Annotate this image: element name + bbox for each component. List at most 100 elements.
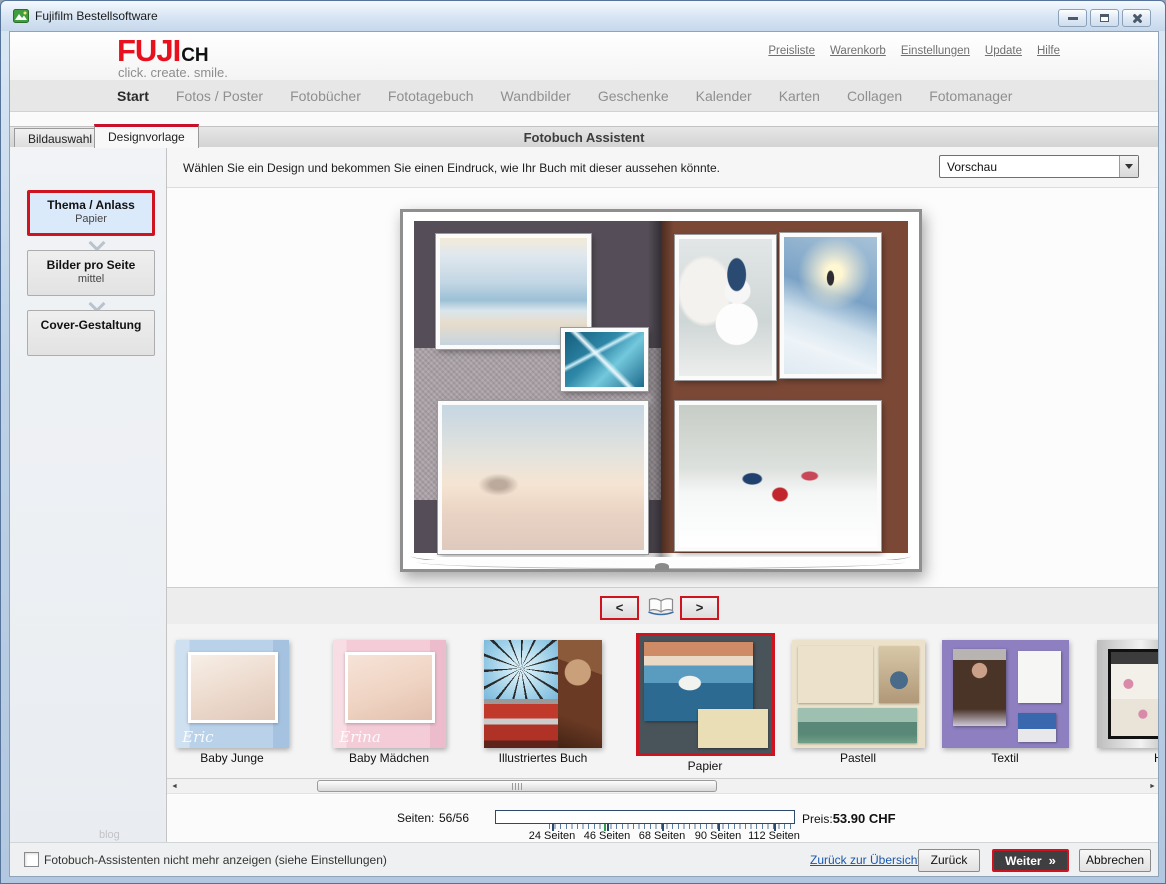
- minimize-button[interactable]: [1058, 9, 1087, 27]
- header-links: Preisliste Warenkorb Einstellungen Updat…: [768, 45, 1060, 57]
- tab-designvorlage[interactable]: Designvorlage: [94, 124, 199, 148]
- text-note: [1018, 651, 1061, 703]
- double-chevron-icon: »: [1049, 853, 1056, 868]
- menu-item-fotobuecher[interactable]: Fotobücher: [290, 88, 361, 104]
- design-label: Textil: [940, 751, 1070, 765]
- link-hilfe[interactable]: Hilfe: [1037, 45, 1060, 57]
- book-photo-snowboarder: [780, 233, 881, 378]
- woman-photo: [558, 640, 602, 748]
- link-preisliste[interactable]: Preisliste: [768, 45, 815, 57]
- checkbox-label: Fotobuch-Assistenten nicht mehr anzeigen…: [44, 853, 387, 867]
- cancel-button[interactable]: Abbrechen: [1079, 849, 1151, 872]
- design-thumb-pastell[interactable]: Pastell: [791, 640, 925, 765]
- step-title: Cover-Gestaltung: [28, 318, 154, 332]
- design-thumb-hochzeit[interactable]: Hoch: [1092, 640, 1159, 765]
- design-thumb-textil[interactable]: Textil: [940, 640, 1070, 765]
- chevron-down-icon: [89, 235, 106, 252]
- book-photo-foggy-landscape: [438, 401, 648, 554]
- main-menu: Start Fotos / Poster Fotobücher Fototage…: [10, 80, 1158, 112]
- view-mode-select[interactable]: Vorschau: [939, 155, 1139, 178]
- back-button[interactable]: Zurück: [918, 849, 980, 872]
- menu-item-karten[interactable]: Karten: [779, 88, 820, 104]
- tick-label-112: 112 Seiten: [742, 830, 806, 842]
- baby-hands-photo: [345, 652, 435, 723]
- page-nav-row: < >: [167, 587, 1159, 624]
- window-title: Fujifilm Bestellsoftware: [35, 9, 158, 23]
- logo-fuji-text: FUJI: [117, 35, 180, 66]
- link-update[interactable]: Update: [985, 45, 1022, 57]
- menu-item-geschenke[interactable]: Geschenke: [598, 88, 669, 104]
- design-thumb-illustriertes-buch[interactable]: Illustriertes Buch: [482, 640, 604, 765]
- design-label: Pastell: [791, 751, 925, 765]
- step-value: mittel: [28, 273, 154, 285]
- assistant-content: Thema / Anlass Papier Bilder pro Seite m…: [10, 147, 1158, 842]
- watermark-text: blog: [99, 829, 120, 841]
- design-preview-hochzeit: [1097, 640, 1159, 748]
- design-label: Papier: [635, 759, 775, 773]
- app-icon: [13, 8, 29, 24]
- chevron-down-icon: [1119, 156, 1138, 177]
- menu-item-wandbilder[interactable]: Wandbilder: [501, 88, 571, 104]
- tab-bar: Fotobuch Assistent Bildauswahl Designvor…: [10, 126, 1158, 148]
- design-preview-illustriertes-buch: [484, 640, 602, 748]
- carousel-scrollbar[interactable]: ◄ ►: [167, 778, 1159, 794]
- london-bus-photo: [484, 699, 558, 748]
- design-preview-baby-maedchen: Erina: [333, 640, 446, 748]
- design-thumb-baby-junge[interactable]: Eric Baby Junge: [172, 640, 292, 765]
- design-label: Baby Junge: [172, 751, 292, 765]
- book-spine: [648, 221, 674, 557]
- design-thumb-baby-maedchen[interactable]: Erina Baby Mädchen: [329, 640, 449, 765]
- fuji-logo: FUJI CH: [117, 35, 209, 66]
- logo-ch-text: CH: [181, 46, 208, 65]
- ferris-wheel-photo: [484, 640, 558, 699]
- restore-icon: [1100, 14, 1109, 22]
- link-warenkorb[interactable]: Warenkorb: [830, 45, 886, 57]
- scroll-left-button[interactable]: ◄: [167, 780, 182, 793]
- menu-item-fotos-poster[interactable]: Fotos / Poster: [176, 88, 263, 104]
- prev-page-button[interactable]: <: [600, 596, 639, 620]
- rocks-photo: [879, 646, 919, 702]
- menu-item-start[interactable]: Start: [117, 88, 149, 104]
- scrollbar-thumb[interactable]: [317, 780, 717, 792]
- scroll-right-button[interactable]: ►: [1145, 780, 1159, 793]
- design-preview-papier: [636, 633, 775, 756]
- back-to-overview-link[interactable]: Zurück zur Übersicht: [810, 853, 921, 867]
- app-window: Fujifilm Bestellsoftware FUJI CH click. …: [0, 0, 1166, 884]
- pages-slider-track[interactable]: [495, 810, 795, 824]
- sidebar-step-bilder-pro-seite[interactable]: Bilder pro Seite mittel: [27, 250, 155, 296]
- book-page-right: [661, 221, 908, 557]
- link-einstellungen[interactable]: Einstellungen: [901, 45, 970, 57]
- next-button[interactable]: Weiter »: [992, 849, 1069, 872]
- design-preview-baby-junge: Eric: [176, 640, 289, 748]
- design-label: Baby Mädchen: [329, 751, 449, 765]
- pages-price-row: Seiten: 56/56 24 Seiten 46 Seiten 68 Sei…: [167, 795, 1159, 842]
- menu-item-kalender[interactable]: Kalender: [696, 88, 752, 104]
- instruction-bar: Wählen Sie ein Design und bekommen Sie e…: [167, 147, 1159, 188]
- design-thumb-papier[interactable]: Papier: [635, 633, 775, 773]
- menu-item-fototagebuch[interactable]: Fototagebuch: [388, 88, 474, 104]
- tick-label-68: 68 Seiten: [630, 830, 694, 842]
- next-button-label: Weiter: [1005, 854, 1041, 868]
- book-photo-horse-snowman: [675, 235, 776, 380]
- instruction-text: Wählen Sie ein Design und bekommen Sie e…: [183, 161, 720, 175]
- sidebar-step-cover-gestaltung[interactable]: Cover-Gestaltung: [27, 310, 155, 356]
- design-label: Illustriertes Buch: [482, 751, 604, 765]
- design-label: Hoch: [1092, 751, 1159, 765]
- baby-photo: [188, 652, 278, 723]
- sidebar-step-thema-anlass[interactable]: Thema / Anlass Papier: [27, 190, 155, 236]
- step-title: Bilder pro Seite: [28, 258, 154, 272]
- title-bar: Fujifilm Bestellsoftware: [1, 1, 1165, 31]
- paper-note: [698, 709, 767, 749]
- restore-button[interactable]: [1090, 9, 1119, 27]
- design-preview-pastell: [792, 640, 925, 748]
- open-book-icon: [647, 597, 675, 617]
- next-page-button[interactable]: >: [680, 596, 719, 620]
- menu-item-fotomanager[interactable]: Fotomanager: [929, 88, 1012, 104]
- tab-bildauswahl[interactable]: Bildauswahl: [14, 128, 106, 148]
- dont-show-again-checkbox[interactable]: [24, 852, 39, 867]
- close-button[interactable]: [1122, 9, 1151, 27]
- lake-photo: [798, 708, 916, 743]
- tick-label-90: 90 Seiten: [686, 830, 750, 842]
- pages-label: Seiten:: [397, 811, 434, 825]
- menu-item-collagen[interactable]: Collagen: [847, 88, 902, 104]
